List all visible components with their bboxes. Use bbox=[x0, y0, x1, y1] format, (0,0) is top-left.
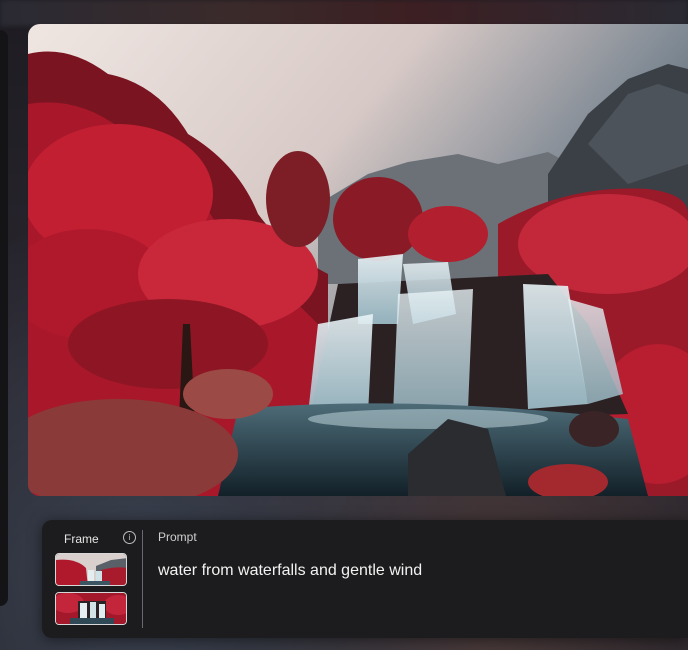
panel-divider bbox=[142, 530, 143, 628]
left-panel-edge bbox=[0, 30, 8, 606]
frame-thumbnail-first[interactable] bbox=[55, 553, 127, 586]
video-preview bbox=[28, 24, 688, 496]
frame-label: Frame bbox=[64, 532, 99, 546]
prompt-input[interactable]: water from waterfalls and gentle wind bbox=[158, 562, 422, 580]
info-icon[interactable]: i bbox=[123, 531, 136, 544]
waterfall-scene-image bbox=[28, 24, 688, 496]
prompt-label: Prompt bbox=[158, 530, 197, 544]
frame-thumbnail-last[interactable] bbox=[55, 592, 127, 625]
generation-panel: Frame i Prompt water from waterfalls and… bbox=[42, 520, 688, 638]
background-blur bbox=[0, 0, 688, 26]
